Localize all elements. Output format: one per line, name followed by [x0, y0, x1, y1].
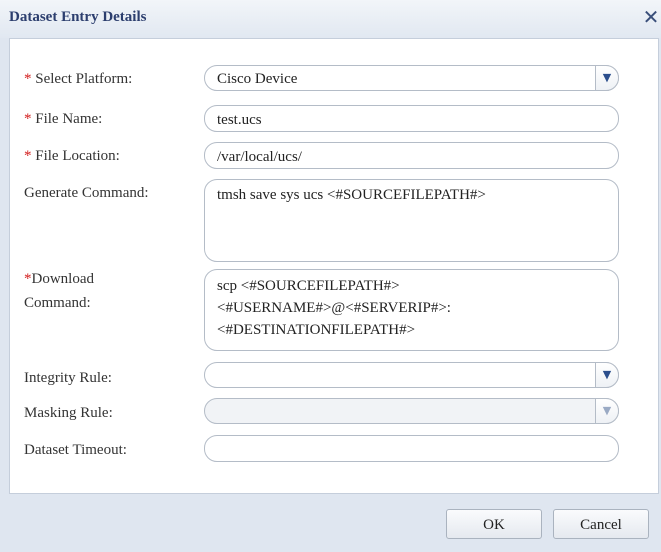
dataset-timeout-label: Dataset Timeout:: [24, 442, 127, 458]
generate-command-textarea[interactable]: tmsh save sys ucs <#SOURCEFILEPATH#>: [204, 179, 619, 262]
chevron-down-icon[interactable]: ▼: [595, 398, 619, 424]
close-icon[interactable]: ✕: [641, 6, 661, 28]
file-name-label: * File Name:: [24, 111, 103, 127]
required-marker: *: [24, 111, 32, 127]
download-command-textarea[interactable]: scp <#SOURCEFILEPATH#> <#USERNAME#>@<#SE…: [204, 269, 619, 351]
chevron-down-icon[interactable]: ▼: [595, 65, 619, 91]
chevron-down-icon[interactable]: ▼: [595, 362, 619, 388]
download-command-line: <#USERNAME#>@<#SERVERIP#>:: [217, 300, 451, 316]
form-panel: * Select Platform: Cisco Device ▼ * File…: [9, 38, 659, 494]
required-marker: *: [24, 71, 32, 87]
file-location-input[interactable]: /var/local/ucs/: [204, 142, 619, 169]
integrity-rule-select[interactable]: ▼: [204, 362, 619, 388]
integrity-rule-label: Integrity Rule:: [24, 370, 112, 386]
download-command-line: <#DESTINATIONFILEPATH#>: [217, 322, 416, 338]
cancel-button[interactable]: Cancel: [553, 509, 649, 539]
masking-rule-label: Masking Rule:: [24, 405, 113, 421]
required-marker: *: [24, 148, 32, 164]
dialog-titlebar: Dataset Entry Details ✕: [0, 0, 661, 38]
platform-select[interactable]: Cisco Device ▼: [204, 65, 619, 91]
file-location-label: * File Location:: [24, 148, 120, 164]
ok-button[interactable]: OK: [446, 509, 542, 539]
platform-select-value: Cisco Device: [217, 71, 298, 87]
masking-rule-select[interactable]: ▼: [204, 398, 619, 424]
download-command-label: *Download Command:: [24, 271, 94, 311]
file-name-input[interactable]: test.ucs: [204, 105, 619, 132]
platform-label: * Select Platform:: [24, 71, 133, 87]
download-command-line: scp <#SOURCEFILEPATH#>: [217, 278, 400, 294]
dialog-title: Dataset Entry Details: [9, 9, 147, 25]
required-marker: *: [24, 271, 32, 287]
generate-command-label: Generate Command:: [24, 185, 149, 201]
dataset-timeout-input[interactable]: [204, 435, 619, 462]
